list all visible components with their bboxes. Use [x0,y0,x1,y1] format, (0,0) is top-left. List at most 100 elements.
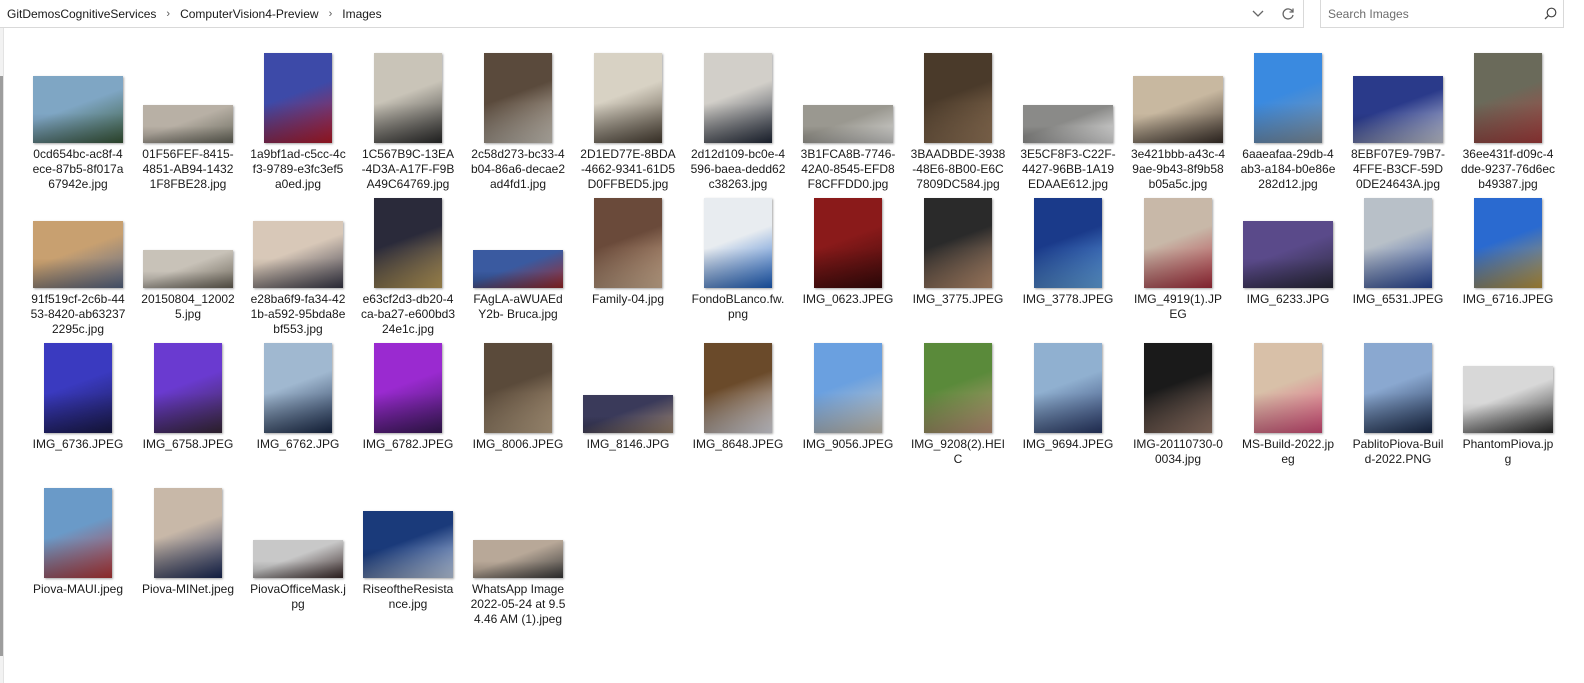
file-item[interactable]: IMG_6782.JPEG [353,337,463,482]
file-thumbnail[interactable] [253,221,343,288]
breadcrumb-item-images[interactable]: Images [340,7,383,21]
file-item[interactable]: 1a9bf1ad-c5cc-4cf3-9789-e3fc3ef5a0ed.jpg [243,47,353,192]
file-item[interactable]: Piova-MINet.jpeg [133,482,243,627]
file-item[interactable]: 0cd654bc-ac8f-4ece-87b5-8f017a67942e.jpg [23,47,133,192]
file-thumbnail[interactable] [583,395,673,433]
history-dropdown-button[interactable] [1243,1,1273,27]
breadcrumb-item-computervision[interactable]: ComputerVision4-Preview [178,7,321,21]
file-item[interactable]: IMG_6716.JPEG [1453,192,1563,337]
file-item[interactable]: IMG_3778.JPEG [1013,192,1123,337]
file-thumbnail[interactable] [1144,198,1212,288]
file-thumbnail[interactable] [814,343,882,433]
file-thumbnail[interactable] [1364,343,1432,433]
file-thumbnail[interactable] [154,488,222,578]
file-item[interactable]: IMG_6758.JPEG [133,337,243,482]
file-item[interactable]: IMG_0623.JPEG [793,192,903,337]
chevron-right-icon[interactable]: › [158,8,178,20]
file-thumbnail[interactable] [264,53,332,143]
file-thumbnail[interactable] [1254,343,1322,433]
file-item[interactable]: IMG_6233.JPG [1233,192,1343,337]
file-item[interactable]: 3E5CF8F3-C22F-4427-96BB-1A19EDAAE612.jpg [1013,47,1123,192]
search-input[interactable] [1321,5,1537,22]
file-thumbnail[interactable] [363,511,453,578]
address-bar[interactable]: GitDemosCognitiveServices › ComputerVisi… [0,0,1304,28]
file-thumbnail[interactable] [1353,76,1443,143]
file-thumbnail[interactable] [374,198,442,288]
file-item[interactable]: e28ba6f9-fa34-421b-a592-95bda8ebf553.jpg [243,192,353,337]
file-item[interactable]: 2c58d273-bc33-4b04-86a6-decae2ad4fd1.jpg [463,47,573,192]
file-item[interactable]: 1C567B9C-13EA-4D3A-A17F-F9BA49C64769.jpg [353,47,463,192]
file-thumbnail[interactable] [1023,105,1113,143]
file-item[interactable]: FAgLA-aWUAEdY2b- Bruca.jpg [463,192,573,337]
file-item[interactable]: e63cf2d3-db20-4ca-ba27-e600bd324e1c.jpg [353,192,463,337]
file-thumbnail[interactable] [1034,343,1102,433]
file-item[interactable]: IMG_8006.JPEG [463,337,573,482]
file-thumbnail[interactable] [374,343,442,433]
file-thumbnail[interactable] [44,488,112,578]
file-thumbnail[interactable] [924,53,992,143]
file-thumbnail[interactable] [1133,76,1223,143]
file-thumbnail[interactable] [1463,366,1553,433]
file-item[interactable]: 91f519cf-2c6b-4453-8420-ab632372295c.jpg [23,192,133,337]
file-item[interactable]: IMG_6736.JPEG [23,337,133,482]
file-item[interactable]: IMG_9208(2).HEIC [903,337,1013,482]
file-thumbnail[interactable] [33,76,123,143]
file-thumbnail[interactable] [803,105,893,143]
search-box[interactable] [1320,0,1564,28]
file-item[interactable]: IMG_3775.JPEG [903,192,1013,337]
file-thumbnail[interactable] [924,343,992,433]
file-item[interactable]: 8EBF07E9-79B7-4FFE-B3CF-59D0DE24643A.jpg [1343,47,1453,192]
file-thumbnail[interactable] [264,343,332,433]
file-thumbnail[interactable] [1474,53,1542,143]
file-thumbnail[interactable] [1474,198,1542,288]
file-item[interactable]: IMG_9056.JPEG [793,337,903,482]
file-thumbnail[interactable] [44,343,112,433]
file-item[interactable]: IMG_9694.JPEG [1013,337,1123,482]
file-item[interactable]: Piova-MAUI.jpeg [23,482,133,627]
file-thumbnail[interactable] [473,250,563,288]
file-thumbnail[interactable] [704,198,772,288]
file-thumbnail[interactable] [253,540,343,578]
file-item[interactable]: 3e421bbb-a43c-49ae-9b43-8f9b58b05a5c.jpg [1123,47,1233,192]
file-item[interactable]: 01F56FEF-8415-4851-AB94-14321F8FBE28.jpg [133,47,243,192]
file-item[interactable]: PablitoPiova-Build-2022.PNG [1343,337,1453,482]
chevron-right-icon[interactable]: › [321,8,341,20]
file-item[interactable]: PiovaOfficeMask.jpg [243,482,353,627]
file-item[interactable]: 2d12d109-bc0e-4596-baea-dedd62c38263.jpg [683,47,793,192]
file-item[interactable]: FondoBLanco.fw.png [683,192,793,337]
file-item[interactable]: 3B1FCA8B-7746-42A0-8545-EFD8F8CFFDD0.jpg [793,47,903,192]
file-item[interactable]: 36ee431f-d09c-4dde-9237-76d6ecb49387.jpg [1453,47,1563,192]
file-item[interactable]: PhantomPiova.jpg [1453,337,1563,482]
file-thumbnail[interactable] [143,250,233,288]
file-item[interactable]: Family-04.jpg [573,192,683,337]
file-thumbnail[interactable] [484,53,552,143]
file-thumbnail[interactable] [814,198,882,288]
file-item[interactable]: IMG_8146.JPG [573,337,683,482]
file-thumbnail[interactable] [484,343,552,433]
file-item[interactable]: 3BAADBDE-3938-48E6-8B00-E6C7809DC584.jpg [903,47,1013,192]
search-icon[interactable] [1537,1,1563,27]
file-item[interactable]: IMG_8648.JPEG [683,337,793,482]
file-item[interactable]: IMG_6531.JPEG [1343,192,1453,337]
file-item[interactable]: IMG-20110730-00034.jpg [1123,337,1233,482]
file-thumbnail[interactable] [33,221,123,288]
file-thumbnail[interactable] [473,540,563,578]
file-thumbnail[interactable] [154,343,222,433]
file-item[interactable]: 20150804_120025.jpg [133,192,243,337]
file-thumbnail[interactable] [704,53,772,143]
file-thumbnail[interactable] [374,53,442,143]
file-item[interactable]: WhatsApp Image 2022-05-24 at 9.54.46 AM … [463,482,573,627]
file-item[interactable]: MS-Build-2022.jpeg [1233,337,1343,482]
file-item[interactable]: IMG_4919(1).JPEG [1123,192,1233,337]
file-thumbnail[interactable] [1243,221,1333,288]
file-item[interactable]: 6aaeafaa-29db-4ab3-a184-b0e86e282d12.jpg [1233,47,1343,192]
file-thumbnail[interactable] [1254,53,1322,143]
file-thumbnail[interactable] [594,53,662,143]
refresh-button[interactable] [1273,1,1303,27]
file-thumbnail[interactable] [1144,343,1212,433]
navigation-scrollbar[interactable] [0,76,3,656]
file-thumbnail[interactable] [143,105,233,143]
file-item[interactable]: 2D1ED77E-8BDA-4662-9341-61D5D0FFBED5.jpg [573,47,683,192]
file-thumbnail[interactable] [594,198,662,288]
breadcrumb-item-gitdemos[interactable]: GitDemosCognitiveServices [5,7,158,21]
